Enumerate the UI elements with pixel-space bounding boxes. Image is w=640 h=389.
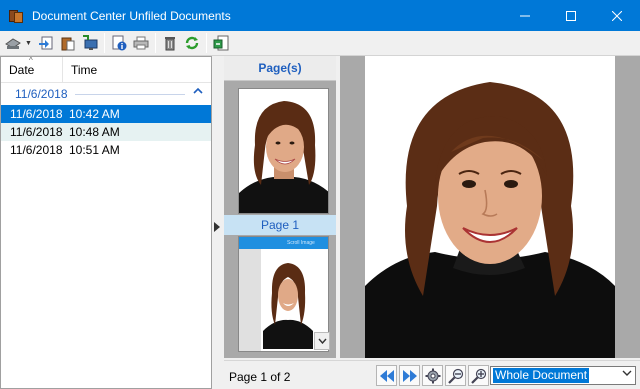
group-label: 11/6/2018 xyxy=(15,87,68,101)
refresh-icon xyxy=(185,36,199,50)
title-bar: Document Center Unfiled Documents xyxy=(0,0,640,31)
list-item[interactable]: 11/6/2018 10:48 AM xyxy=(1,123,211,141)
chevron-down-icon xyxy=(317,338,327,344)
column-header-date[interactable]: ^ Date xyxy=(1,56,63,83)
import-icon xyxy=(39,36,53,50)
toolbar-separator xyxy=(206,33,207,53)
list-header: ^ Date Time xyxy=(1,56,211,83)
zoom-in-icon xyxy=(470,368,486,384)
zoom-out-button[interactable] xyxy=(445,365,466,386)
print-button[interactable] xyxy=(131,33,151,53)
scanner-button[interactable] xyxy=(3,33,23,53)
mini-title-bar: Scroll Image xyxy=(239,237,328,249)
double-left-arrow-icon xyxy=(379,369,394,382)
column-label-date: Date xyxy=(9,63,35,77)
refresh-button[interactable] xyxy=(182,33,202,53)
document-info-button[interactable] xyxy=(109,33,129,53)
maximize-button[interactable] xyxy=(548,0,594,31)
thumbnail-header: Page(s) xyxy=(224,56,336,81)
mini-title: Scroll Image xyxy=(287,240,315,246)
document-viewer[interactable] xyxy=(340,56,640,358)
scanner-icon xyxy=(5,38,21,49)
next-page-button[interactable] xyxy=(399,365,420,386)
sort-ascending-icon: ^ xyxy=(29,56,33,65)
group-header[interactable]: 11/6/2018 xyxy=(1,83,211,105)
previous-page-button[interactable] xyxy=(376,365,397,386)
file-document-button[interactable] xyxy=(211,33,231,53)
app-books-icon xyxy=(8,8,24,24)
print-icon xyxy=(133,36,149,50)
list-item-date: 11/6/2018 xyxy=(10,125,63,139)
status-bar: Page 1 of 2 Whole Document xyxy=(224,360,640,389)
list-item-time: 10:48 AM xyxy=(69,125,120,139)
mini-side-panel xyxy=(239,249,261,351)
list-item-time: 10:42 AM xyxy=(69,107,120,121)
zoom-selected-value: Whole Document xyxy=(493,368,590,383)
column-label-time: Time xyxy=(71,63,98,77)
thumbnail-panel: Page(s) Page 1 Scroll Image xyxy=(224,56,336,358)
page-1-thumbnail[interactable] xyxy=(238,88,329,214)
zoom-dropdown[interactable]: Whole Document xyxy=(490,366,636,385)
paste-document-icon xyxy=(61,37,75,51)
minimize-button[interactable] xyxy=(502,0,548,31)
list-item[interactable]: 11/6/2018 10:51 AM xyxy=(1,141,211,159)
thumbnail-scroll-down[interactable] xyxy=(314,332,330,350)
toolbar: ▼ xyxy=(0,31,640,56)
delete-button[interactable] xyxy=(160,33,180,53)
gear-icon xyxy=(425,368,440,383)
group-divider xyxy=(75,94,185,95)
list-item-date: 11/6/2018 xyxy=(10,107,63,121)
minimize-icon xyxy=(520,15,530,16)
list-item-date: 11/6/2018 xyxy=(10,143,63,157)
expand-arrow-icon[interactable] xyxy=(214,222,220,232)
paste-document-button[interactable] xyxy=(58,33,78,53)
send-to-computer-button[interactable] xyxy=(80,33,100,53)
portrait-image xyxy=(263,253,313,349)
zoom-in-button[interactable] xyxy=(468,365,489,386)
document-page-image xyxy=(365,56,615,358)
panel-splitter[interactable] xyxy=(212,56,224,389)
window-title: Document Center Unfiled Documents xyxy=(32,8,231,23)
delete-icon xyxy=(165,37,175,51)
toolbar-separator xyxy=(155,33,156,53)
portrait-image xyxy=(365,56,615,358)
maximize-icon xyxy=(566,10,576,21)
dropdown-arrow-icon[interactable]: ▼ xyxy=(25,40,33,47)
page-1-label[interactable]: Page 1 xyxy=(224,215,336,235)
chevron-down-icon[interactable] xyxy=(622,369,632,380)
list-item-time: 10:51 AM xyxy=(69,143,120,157)
import-button[interactable] xyxy=(36,33,56,53)
list-item[interactable]: 11/6/2018 10:42 AM xyxy=(1,105,211,123)
zoom-out-icon xyxy=(447,368,463,384)
double-right-arrow-icon xyxy=(402,369,417,382)
page-status: Page 1 of 2 xyxy=(229,370,291,384)
file-document-icon xyxy=(213,35,229,51)
send-to-computer-icon xyxy=(83,35,98,50)
document-info-icon xyxy=(112,35,127,51)
column-header-time[interactable]: Time xyxy=(63,57,211,83)
close-icon xyxy=(612,10,622,21)
settings-button[interactable] xyxy=(422,365,443,386)
portrait-image xyxy=(239,89,328,213)
collapse-group-icon[interactable] xyxy=(193,86,203,99)
toolbar-separator xyxy=(104,33,105,53)
document-list-panel: ^ Date Time 11/6/2018 11/6/2018 10:42 AM… xyxy=(0,56,212,389)
close-button[interactable] xyxy=(594,0,640,31)
